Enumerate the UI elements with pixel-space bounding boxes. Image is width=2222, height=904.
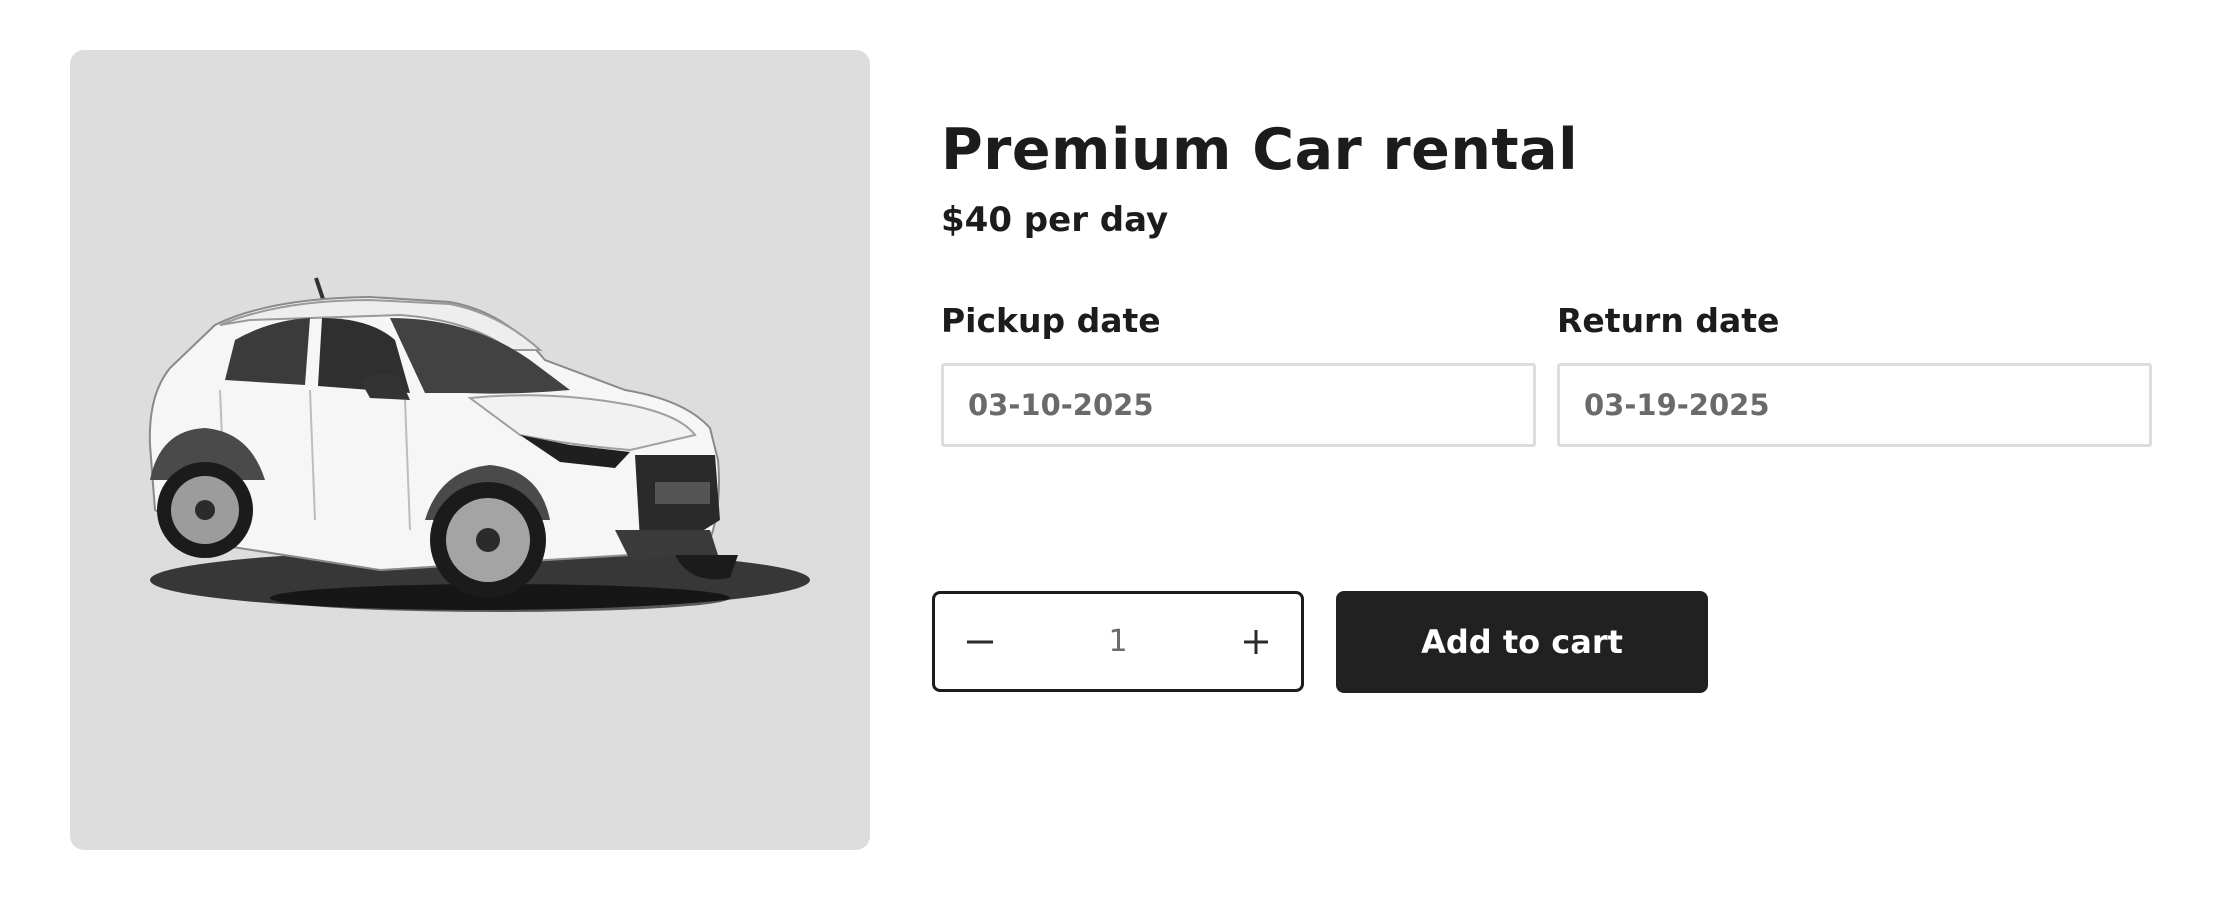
quantity-stepper: 1: [932, 591, 1304, 692]
add-to-cart-button[interactable]: Add to cart: [1336, 591, 1708, 693]
plus-icon: [1244, 629, 1268, 654]
pickup-date-label: Pickup date: [941, 301, 1161, 340]
car-illustration: [148, 277, 810, 612]
product-price: $40 per day: [941, 200, 1169, 240]
pickup-date-input[interactable]: [941, 363, 1536, 447]
return-date-label: Return date: [1557, 301, 1780, 340]
quantity-value[interactable]: 1: [1025, 594, 1211, 689]
product-image: [70, 50, 870, 850]
minus-icon: [967, 640, 993, 643]
increase-quantity-button[interactable]: [1211, 594, 1301, 689]
product-title: Premium Car rental: [941, 117, 1579, 183]
decrease-quantity-button[interactable]: [935, 594, 1025, 689]
return-date-input[interactable]: [1557, 363, 2152, 447]
